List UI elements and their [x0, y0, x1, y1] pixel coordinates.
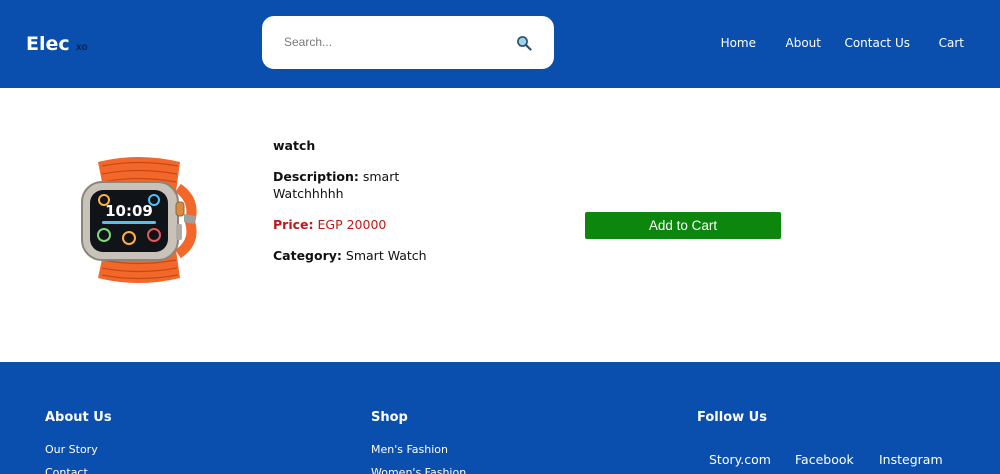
footer-link-mens-fashion[interactable]: Men's Fashion	[371, 443, 448, 456]
footer-social-facebook[interactable]: Facebook	[795, 452, 854, 467]
footer-about-heading: About Us	[45, 410, 112, 425]
product-price: Price: EGP 20000	[273, 217, 386, 232]
search-input[interactable]	[284, 32, 504, 52]
category-label: Category:	[273, 248, 342, 263]
site-logo[interactable]: Elec	[26, 33, 70, 55]
footer-social-instagram[interactable]: Instegram	[879, 452, 943, 467]
footer-link-contact[interactable]: Contact	[45, 466, 88, 474]
product-name: watch	[273, 138, 316, 153]
price-value: EGP 20000	[317, 217, 387, 232]
footer-shop-heading: Shop	[371, 410, 408, 425]
logo-suffix: xo	[76, 42, 88, 53]
site-header: Elec xo Home About Contact Us Cart	[0, 0, 1000, 88]
nav-cart[interactable]: Cart	[939, 36, 964, 50]
svg-text:10:09: 10:09	[105, 202, 153, 220]
search-box	[262, 16, 554, 69]
nav-home[interactable]: Home	[721, 36, 756, 50]
category-value: Smart Watch	[345, 248, 427, 263]
site-footer: About Us Our Story Contact Shop Men's Fa…	[0, 362, 1000, 474]
search-icon[interactable]	[516, 35, 532, 51]
description-label: Description:	[273, 169, 359, 184]
footer-follow-heading: Follow Us	[697, 410, 767, 425]
product-description: Description: smart Watchhhhh	[273, 168, 433, 202]
footer-link-our-story[interactable]: Our Story	[45, 443, 98, 456]
price-label: Price:	[273, 217, 314, 232]
nav-about[interactable]: About	[786, 36, 821, 50]
product-category: Category: Smart Watch	[273, 248, 427, 263]
nav-contact-us[interactable]: Contact Us	[844, 36, 910, 50]
footer-social-story[interactable]: Story.com	[709, 452, 771, 467]
add-to-cart-button[interactable]: Add to Cart	[585, 212, 781, 239]
footer-link-womens-fashion[interactable]: Women's Fashion	[371, 466, 466, 474]
product-image: 10:09	[81, 157, 197, 283]
